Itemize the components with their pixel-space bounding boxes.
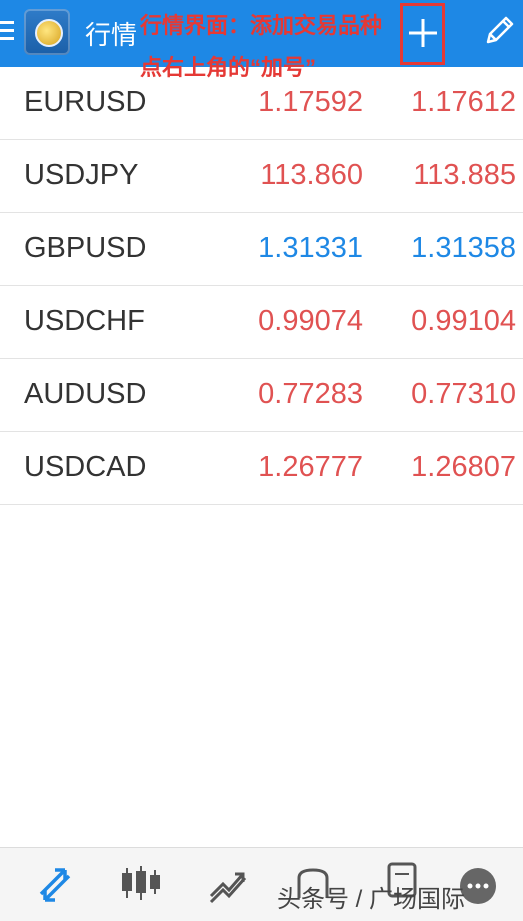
bid-price: 113.860: [260, 159, 363, 191]
app-logo: [24, 9, 70, 55]
trade-icon[interactable]: [207, 864, 247, 909]
symbol-name: EURUSD: [24, 86, 147, 118]
annotation-text-line1: 行情界面：添加交易品种: [140, 13, 383, 38]
symbol-name: AUDUSD: [24, 378, 147, 410]
symbol-name: USDJPY: [24, 159, 139, 191]
quote-list: EURUSD 1.17592 1.17612 USDJPY 113.860 11…: [0, 67, 523, 505]
add-symbol-button[interactable]: [400, 3, 445, 65]
page-title: 行情: [85, 20, 138, 50]
symbol-name: GBPUSD: [24, 232, 147, 264]
ask-price: 0.77310: [411, 378, 516, 410]
ask-price: 0.99104: [411, 305, 516, 337]
ask-price: 1.17612: [411, 86, 516, 118]
symbol-name: USDCAD: [24, 451, 147, 483]
quote-row[interactable]: AUDUSD 0.77283 0.77310: [0, 359, 523, 432]
plus-icon: [409, 19, 437, 47]
ask-price: 1.31358: [411, 232, 516, 264]
chart-icon[interactable]: [120, 864, 162, 909]
menu-icon[interactable]: [0, 21, 14, 43]
quote-row[interactable]: GBPUSD 1.31331 1.31358: [0, 213, 523, 286]
quote-row[interactable]: USDCAD 1.26777 1.26807: [0, 432, 523, 505]
quote-row[interactable]: USDCHF 0.99074 0.99104: [0, 286, 523, 359]
bid-price: 1.26777: [258, 451, 363, 483]
edit-button[interactable]: [482, 14, 516, 53]
bid-price: 0.77283: [258, 378, 363, 410]
bid-price: 1.17592: [258, 86, 363, 118]
top-app-bar: 行情 行情界面：添加交易品种 点右上角的“加号”: [0, 0, 523, 80]
symbol-name: USDCHF: [24, 305, 145, 337]
bid-price: 0.99074: [258, 305, 363, 337]
pencil-icon: [486, 16, 514, 44]
watermark-text: 头条号 / 广场国际: [277, 886, 466, 913]
quotes-icon[interactable]: [35, 864, 75, 909]
quote-row[interactable]: EURUSD 1.17592 1.17612: [0, 67, 523, 140]
bid-price: 1.31331: [258, 232, 363, 264]
quote-row[interactable]: USDJPY 113.860 113.885: [0, 140, 523, 213]
ask-price: 1.26807: [411, 451, 516, 483]
ask-price: 113.885: [413, 159, 516, 191]
